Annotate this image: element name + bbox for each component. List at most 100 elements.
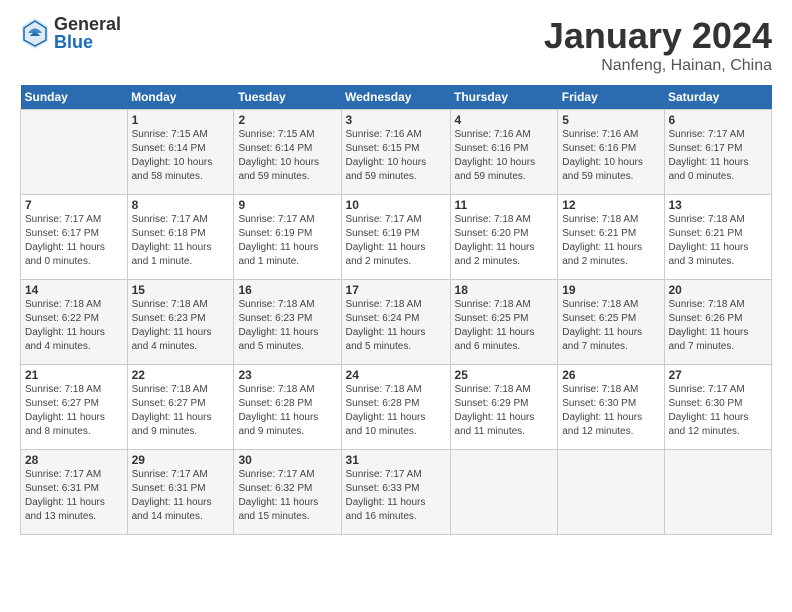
day-info: Sunrise: 7:18 AMSunset: 6:23 PMDaylight:… — [132, 298, 230, 354]
day-number: 28 — [25, 453, 123, 467]
weekday-wednesday: Wednesday — [341, 85, 450, 110]
day-info: Sunrise: 7:18 AMSunset: 6:22 PMDaylight:… — [25, 298, 123, 354]
logo-general: General — [54, 15, 121, 33]
day-number: 11 — [455, 198, 554, 212]
day-info: Sunrise: 7:18 AMSunset: 6:28 PMDaylight:… — [238, 383, 336, 439]
day-number: 20 — [669, 283, 768, 297]
table-row: 5Sunrise: 7:16 AMSunset: 6:16 PMDaylight… — [558, 110, 664, 195]
table-row: 21Sunrise: 7:18 AMSunset: 6:27 PMDayligh… — [21, 365, 128, 450]
day-number: 2 — [238, 113, 336, 127]
day-info: Sunrise: 7:18 AMSunset: 6:29 PMDaylight:… — [455, 383, 554, 439]
day-number: 24 — [346, 368, 446, 382]
day-info: Sunrise: 7:17 AMSunset: 6:17 PMDaylight:… — [669, 128, 768, 184]
day-number: 5 — [562, 113, 659, 127]
day-number: 19 — [562, 283, 659, 297]
weekday-friday: Friday — [558, 85, 664, 110]
day-number: 21 — [25, 368, 123, 382]
table-row: 23Sunrise: 7:18 AMSunset: 6:28 PMDayligh… — [234, 365, 341, 450]
weekday-thursday: Thursday — [450, 85, 558, 110]
table-row: 16Sunrise: 7:18 AMSunset: 6:23 PMDayligh… — [234, 280, 341, 365]
day-info: Sunrise: 7:17 AMSunset: 6:32 PMDaylight:… — [238, 468, 336, 524]
day-number: 31 — [346, 453, 446, 467]
day-info: Sunrise: 7:18 AMSunset: 6:20 PMDaylight:… — [455, 213, 554, 269]
table-row: 30Sunrise: 7:17 AMSunset: 6:32 PMDayligh… — [234, 450, 341, 535]
day-info: Sunrise: 7:17 AMSunset: 6:31 PMDaylight:… — [25, 468, 123, 524]
day-number: 16 — [238, 283, 336, 297]
day-info: Sunrise: 7:15 AMSunset: 6:14 PMDaylight:… — [238, 128, 336, 184]
day-info: Sunrise: 7:18 AMSunset: 6:30 PMDaylight:… — [562, 383, 659, 439]
table-row — [664, 450, 772, 535]
day-number: 18 — [455, 283, 554, 297]
table-row: 25Sunrise: 7:18 AMSunset: 6:29 PMDayligh… — [450, 365, 558, 450]
table-row: 31Sunrise: 7:17 AMSunset: 6:33 PMDayligh… — [341, 450, 450, 535]
day-number: 7 — [25, 198, 123, 212]
day-info: Sunrise: 7:16 AMSunset: 6:16 PMDaylight:… — [562, 128, 659, 184]
day-number: 25 — [455, 368, 554, 382]
table-row — [21, 110, 128, 195]
location: Nanfeng, Hainan, China — [544, 57, 772, 75]
table-row: 26Sunrise: 7:18 AMSunset: 6:30 PMDayligh… — [558, 365, 664, 450]
table-row: 2Sunrise: 7:15 AMSunset: 6:14 PMDaylight… — [234, 110, 341, 195]
day-number: 12 — [562, 198, 659, 212]
logo-icon — [20, 16, 50, 51]
day-number: 30 — [238, 453, 336, 467]
day-number: 17 — [346, 283, 446, 297]
table-row: 12Sunrise: 7:18 AMSunset: 6:21 PMDayligh… — [558, 195, 664, 280]
day-info: Sunrise: 7:18 AMSunset: 6:26 PMDaylight:… — [669, 298, 768, 354]
logo-text: General Blue — [54, 15, 121, 51]
table-row: 15Sunrise: 7:18 AMSunset: 6:23 PMDayligh… — [127, 280, 234, 365]
day-number: 9 — [238, 198, 336, 212]
table-row: 28Sunrise: 7:17 AMSunset: 6:31 PMDayligh… — [21, 450, 128, 535]
calendar-header: General Blue January 2024 Nanfeng, Haina… — [20, 15, 772, 75]
day-info: Sunrise: 7:18 AMSunset: 6:23 PMDaylight:… — [238, 298, 336, 354]
table-row: 8Sunrise: 7:17 AMSunset: 6:18 PMDaylight… — [127, 195, 234, 280]
table-row: 24Sunrise: 7:18 AMSunset: 6:28 PMDayligh… — [341, 365, 450, 450]
table-row: 6Sunrise: 7:17 AMSunset: 6:17 PMDaylight… — [664, 110, 772, 195]
month-title: January 2024 — [544, 15, 772, 57]
weekday-sunday: Sunday — [21, 85, 128, 110]
day-info: Sunrise: 7:17 AMSunset: 6:33 PMDaylight:… — [346, 468, 446, 524]
table-row: 22Sunrise: 7:18 AMSunset: 6:27 PMDayligh… — [127, 365, 234, 450]
day-info: Sunrise: 7:18 AMSunset: 6:25 PMDaylight:… — [562, 298, 659, 354]
day-number: 3 — [346, 113, 446, 127]
table-row — [450, 450, 558, 535]
table-row: 7Sunrise: 7:17 AMSunset: 6:17 PMDaylight… — [21, 195, 128, 280]
day-number: 14 — [25, 283, 123, 297]
day-info: Sunrise: 7:15 AMSunset: 6:14 PMDaylight:… — [132, 128, 230, 184]
day-info: Sunrise: 7:18 AMSunset: 6:27 PMDaylight:… — [25, 383, 123, 439]
table-row: 11Sunrise: 7:18 AMSunset: 6:20 PMDayligh… — [450, 195, 558, 280]
day-number: 13 — [669, 198, 768, 212]
day-info: Sunrise: 7:18 AMSunset: 6:25 PMDaylight:… — [455, 298, 554, 354]
day-info: Sunrise: 7:17 AMSunset: 6:30 PMDaylight:… — [669, 383, 768, 439]
day-number: 6 — [669, 113, 768, 127]
day-info: Sunrise: 7:18 AMSunset: 6:28 PMDaylight:… — [346, 383, 446, 439]
day-number: 15 — [132, 283, 230, 297]
table-row: 10Sunrise: 7:17 AMSunset: 6:19 PMDayligh… — [341, 195, 450, 280]
table-row: 29Sunrise: 7:17 AMSunset: 6:31 PMDayligh… — [127, 450, 234, 535]
day-number: 1 — [132, 113, 230, 127]
weekday-tuesday: Tuesday — [234, 85, 341, 110]
calendar-container: General Blue January 2024 Nanfeng, Haina… — [0, 0, 792, 545]
day-info: Sunrise: 7:18 AMSunset: 6:27 PMDaylight:… — [132, 383, 230, 439]
weekday-monday: Monday — [127, 85, 234, 110]
table-row: 9Sunrise: 7:17 AMSunset: 6:19 PMDaylight… — [234, 195, 341, 280]
day-number: 8 — [132, 198, 230, 212]
title-section: January 2024 Nanfeng, Hainan, China — [544, 15, 772, 75]
table-row: 14Sunrise: 7:18 AMSunset: 6:22 PMDayligh… — [21, 280, 128, 365]
day-info: Sunrise: 7:17 AMSunset: 6:19 PMDaylight:… — [238, 213, 336, 269]
day-number: 23 — [238, 368, 336, 382]
table-row: 4Sunrise: 7:16 AMSunset: 6:16 PMDaylight… — [450, 110, 558, 195]
table-row: 17Sunrise: 7:18 AMSunset: 6:24 PMDayligh… — [341, 280, 450, 365]
day-info: Sunrise: 7:16 AMSunset: 6:15 PMDaylight:… — [346, 128, 446, 184]
day-info: Sunrise: 7:17 AMSunset: 6:18 PMDaylight:… — [132, 213, 230, 269]
table-row: 3Sunrise: 7:16 AMSunset: 6:15 PMDaylight… — [341, 110, 450, 195]
table-row: 18Sunrise: 7:18 AMSunset: 6:25 PMDayligh… — [450, 280, 558, 365]
calendar-header-row: Sunday Monday Tuesday Wednesday Thursday… — [21, 85, 772, 110]
day-info: Sunrise: 7:18 AMSunset: 6:21 PMDaylight:… — [669, 213, 768, 269]
logo-blue: Blue — [54, 33, 121, 51]
table-row: 19Sunrise: 7:18 AMSunset: 6:25 PMDayligh… — [558, 280, 664, 365]
day-number: 26 — [562, 368, 659, 382]
day-info: Sunrise: 7:17 AMSunset: 6:31 PMDaylight:… — [132, 468, 230, 524]
day-number: 4 — [455, 113, 554, 127]
weekday-saturday: Saturday — [664, 85, 772, 110]
